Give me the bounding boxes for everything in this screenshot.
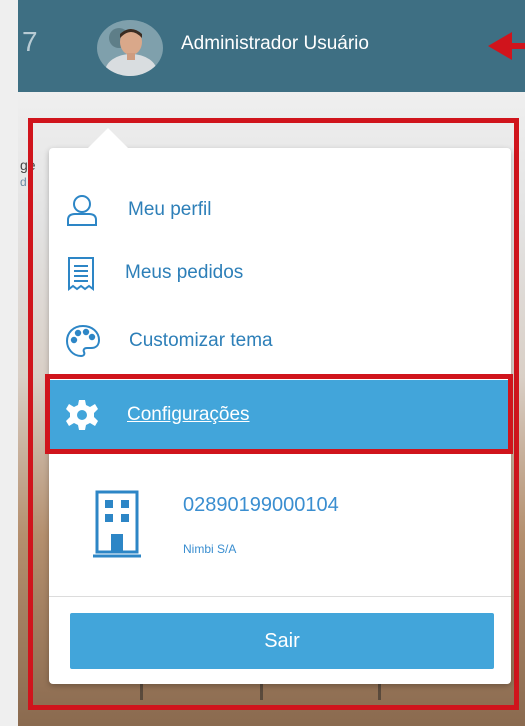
menu-item-my-orders[interactable]: Meus pedidos <box>49 243 511 303</box>
menu-item-my-profile[interactable]: Meu perfil <box>49 180 511 240</box>
company-card[interactable]: 02890199000104 Nimbi S/A <box>49 458 511 598</box>
logout-button[interactable]: Sair <box>70 613 494 669</box>
palette-icon <box>65 324 101 358</box>
receipt-icon <box>65 256 99 291</box>
menu-item-label: Meu perfil <box>128 199 212 220</box>
menu-item-customize-theme[interactable]: Customizar tema <box>49 311 511 371</box>
menu-item-label: Meus pedidos <box>125 262 244 283</box>
company-id: 02890199000104 <box>183 494 339 516</box>
menu-item-label: Customizar tema <box>129 330 273 351</box>
annotation-arrow-tail <box>505 43 525 49</box>
page: ge d 7 Administrador Usuário Meu perfil … <box>0 0 525 726</box>
user-icon <box>65 193 99 227</box>
company-name: Nimbi S/A <box>183 542 237 556</box>
user-name[interactable]: Administrador Usuário <box>181 33 369 55</box>
left-gutter <box>0 0 18 726</box>
settings-highlight-outline <box>45 374 513 454</box>
divider <box>49 596 511 597</box>
topbar-partial-text: 7 <box>22 26 38 57</box>
avatar[interactable] <box>97 20 163 76</box>
dropdown-caret <box>88 128 128 148</box>
background-text-2: d <box>20 175 27 189</box>
building-icon <box>93 488 141 564</box>
top-bar: 7 Administrador Usuário <box>18 0 525 92</box>
